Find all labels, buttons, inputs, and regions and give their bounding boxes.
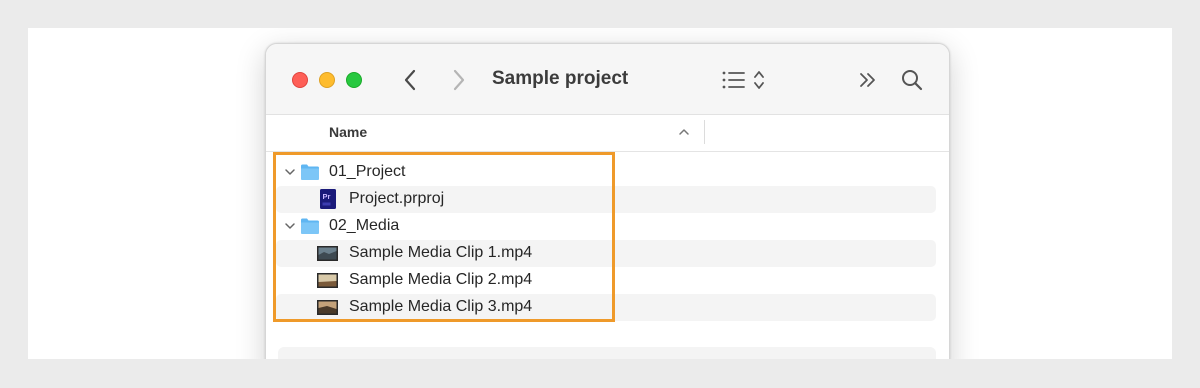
list-item-video-clip-2[interactable]: Sample Media Clip 2.mp4 (276, 267, 936, 294)
list-item-folder-02-media[interactable]: 02_Media (276, 213, 936, 240)
file-name: Sample Media Clip 3.mp4 (349, 298, 533, 315)
empty-list-row (278, 347, 936, 359)
view-options-button[interactable] (720, 66, 772, 94)
disclosure-expanded-icon[interactable] (284, 167, 296, 177)
list-item-video-clip-3[interactable]: Sample Media Clip 3.mp4 (276, 294, 936, 321)
forward-button[interactable] (445, 66, 473, 94)
file-name: Sample Media Clip 1.mp4 (349, 244, 533, 261)
premiere-project-icon: Pr (320, 189, 336, 209)
more-toolbar-items-button[interactable] (854, 66, 882, 94)
chevron-left-icon (404, 69, 416, 91)
minimize-window-button[interactable] (319, 72, 335, 88)
list-view-icon (722, 71, 764, 89)
file-name: Sample Media Clip 2.mp4 (349, 271, 533, 288)
list-item-folder-01-project[interactable]: 01_Project (276, 159, 936, 186)
video-thumbnail-icon (317, 246, 338, 261)
double-chevron-right-icon (860, 73, 875, 87)
column-divider[interactable] (704, 120, 705, 144)
window-title: Sample project (492, 68, 629, 89)
folder-icon (301, 218, 319, 234)
file-name: 02_Media (329, 217, 400, 234)
close-window-button[interactable] (292, 72, 308, 88)
back-button[interactable] (396, 66, 424, 94)
screenshot-canvas: Sample project Name 01_Project Pr Projec… (28, 28, 1172, 359)
zoom-window-button[interactable] (346, 72, 362, 88)
video-thumbnail-icon (317, 273, 338, 288)
list-item-project-file[interactable]: Pr Project.prproj (276, 186, 936, 213)
sort-ascending-icon[interactable] (678, 127, 690, 137)
column-header: Name (266, 115, 949, 152)
file-name: Project.prproj (349, 190, 445, 207)
search-button[interactable] (898, 66, 926, 94)
magnifying-glass-icon (902, 70, 923, 91)
video-thumbnail-icon (317, 300, 338, 315)
folder-icon (301, 164, 319, 180)
file-name: 01_Project (329, 163, 406, 180)
disclosure-expanded-icon[interactable] (284, 221, 296, 231)
toolbar: Sample project (266, 44, 949, 115)
finder-window: Sample project Name 01_Project Pr Projec… (265, 43, 950, 359)
chevron-right-icon (453, 69, 465, 91)
svg-text:Pr: Pr (323, 192, 331, 201)
list-item-video-clip-1[interactable]: Sample Media Clip 1.mp4 (276, 240, 936, 267)
name-column-header[interactable]: Name (329, 124, 367, 140)
